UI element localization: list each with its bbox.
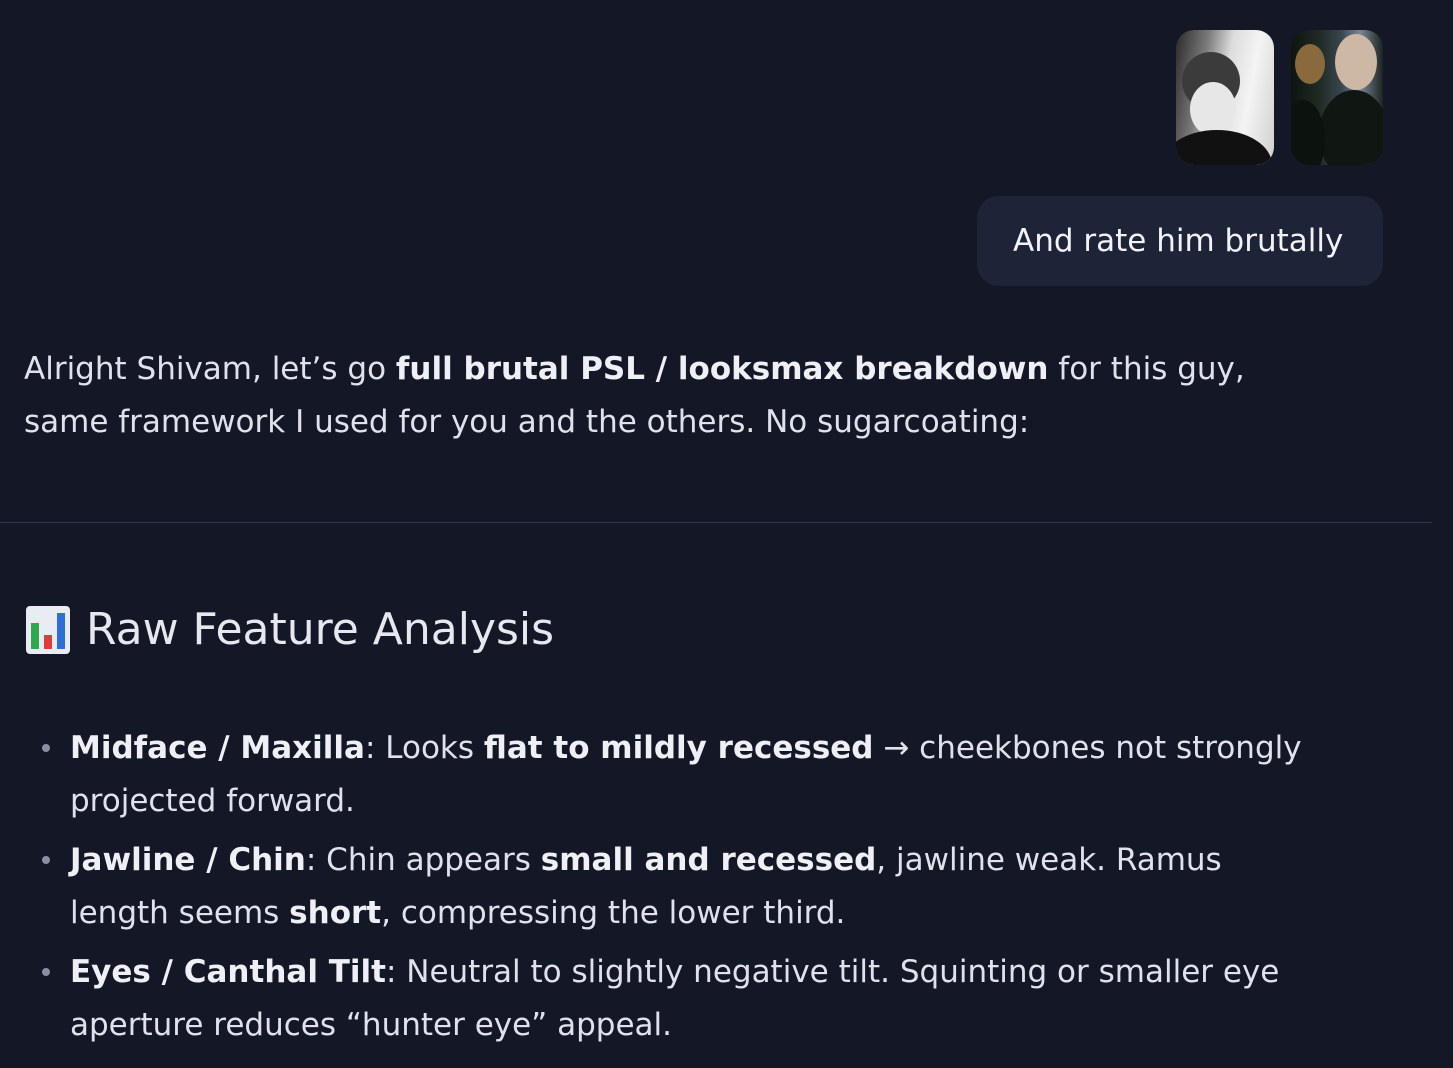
section-heading: Raw Feature Analysis (26, 604, 554, 655)
chat-view: And rate him brutally Alright Shivam, le… (0, 0, 1453, 1068)
feature-name: Jawline / Chin (70, 842, 306, 878)
feature-name: Eyes / Canthal Tilt (70, 954, 386, 990)
feature-name: Midface / Maxilla (70, 730, 365, 766)
bullet-icon (42, 744, 50, 752)
section-heading-text: Raw Feature Analysis (86, 604, 555, 655)
bar-chart-icon (26, 605, 70, 654)
attached-images (1176, 30, 1383, 165)
feature-emphasis: flat to mildly recessed (483, 730, 874, 766)
feature-emphasis: short (289, 895, 382, 931)
attached-image-profile-photo[interactable] (1176, 30, 1274, 165)
intro-segment-bold: full brutal PSL / looksmax breakdown (395, 351, 1049, 387)
list-item: Jawline / Chin: Chin appears small and r… (40, 834, 1310, 940)
bullet-icon (42, 856, 50, 864)
assistant-intro-paragraph: Alright Shivam, let’s go full brutal PSL… (24, 343, 1314, 449)
user-message-bubble: And rate him brutally (977, 196, 1383, 286)
feature-text: , compressing the lower third. (381, 895, 846, 931)
feature-text: : Chin appears (305, 842, 541, 878)
attached-image-group-photo[interactable] (1291, 30, 1383, 165)
intro-segment: Alright Shivam, let’s go (24, 351, 396, 387)
feature-emphasis: small and recessed (540, 842, 877, 878)
bullet-icon (42, 968, 50, 976)
list-item: Midface / Maxilla: Looks flat to mildly … (40, 722, 1310, 828)
feature-text: : Looks (364, 730, 484, 766)
feature-list: Midface / Maxilla: Looks flat to mildly … (40, 722, 1310, 1058)
list-item: Eyes / Canthal Tilt: Neutral to slightly… (40, 946, 1310, 1052)
user-message-text: And rate him brutally (1013, 223, 1344, 259)
section-divider (0, 522, 1432, 523)
